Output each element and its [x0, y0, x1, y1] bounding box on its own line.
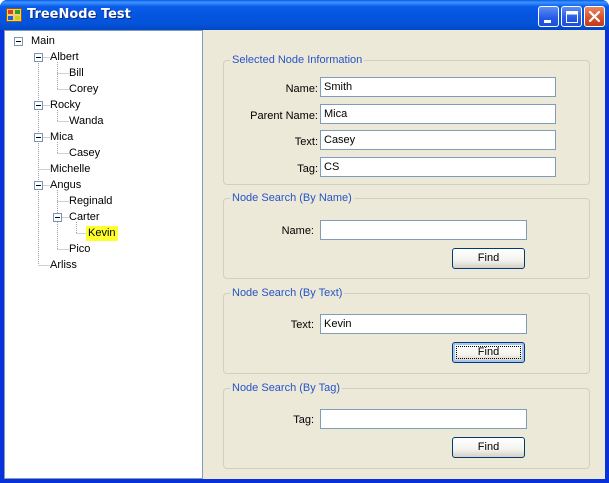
- title-bar[interactable]: TreeNode Test: [0, 0, 609, 30]
- selected-name-field[interactable]: [320, 77, 556, 97]
- selected-parent-name-field[interactable]: [320, 104, 556, 124]
- close-icon: [588, 10, 601, 23]
- search-text-label: Text:: [290, 319, 314, 331]
- tree-node-main[interactable]: Main: [29, 34, 57, 49]
- parent-name-label: Parent Name:: [250, 110, 318, 122]
- tree-node-reginald[interactable]: Reginald: [67, 194, 114, 209]
- expander-angus-icon[interactable]: [34, 181, 43, 190]
- group-title-search-tag: Node Search (By Tag): [230, 381, 343, 395]
- expander-albert-icon[interactable]: [34, 53, 43, 62]
- expander-mica-icon[interactable]: [34, 133, 43, 142]
- app-window: TreeNode Test Main Albert Bill Corey Roc…: [0, 0, 609, 483]
- tree-view[interactable]: Main Albert Bill Corey Rocky Wanda Mica …: [4, 30, 203, 479]
- client-area: Main Albert Bill Corey Rocky Wanda Mica …: [4, 30, 605, 479]
- search-name-label: Name:: [281, 225, 314, 237]
- find-by-text-button[interactable]: Find: [452, 342, 525, 363]
- tree-node-corey[interactable]: Corey: [67, 82, 100, 97]
- group-title-selected-info: Selected Node Information: [230, 53, 365, 67]
- selected-node-info-group: Selected Node Information Name: Parent N…: [223, 53, 590, 185]
- minimize-button[interactable]: [538, 6, 559, 27]
- maximize-icon: [566, 11, 578, 23]
- search-name-input[interactable]: [320, 220, 527, 240]
- search-tag-input[interactable]: [320, 409, 527, 429]
- expander-main-icon[interactable]: [14, 37, 23, 46]
- app-window-icon: [6, 8, 22, 22]
- selected-tag-field[interactable]: [320, 157, 556, 177]
- tree-node-carter[interactable]: Carter: [67, 210, 102, 225]
- maximize-button[interactable]: [561, 6, 582, 27]
- tree-node-bill[interactable]: Bill: [67, 66, 86, 81]
- tree-node-michelle[interactable]: Michelle: [48, 162, 92, 177]
- search-text-input[interactable]: [320, 314, 527, 334]
- tree-node-arliss[interactable]: Arliss: [48, 258, 79, 273]
- selected-text-field[interactable]: [320, 130, 556, 150]
- tree-node-rocky[interactable]: Rocky: [48, 98, 83, 113]
- tree-node-mica[interactable]: Mica: [48, 130, 75, 145]
- search-by-name-group: Node Search (By Name) Name: Find: [223, 191, 590, 279]
- tree-node-albert[interactable]: Albert: [48, 50, 81, 65]
- window-title: TreeNode Test: [27, 7, 131, 22]
- tree-connector-lines: [38, 53, 88, 266]
- search-tag-label: Tag:: [293, 414, 314, 426]
- search-by-tag-group: Node Search (By Tag) Tag: Find: [223, 381, 590, 469]
- minimize-icon: [544, 20, 551, 23]
- tree-node-pico[interactable]: Pico: [67, 242, 92, 257]
- tree-node-angus[interactable]: Angus: [48, 178, 83, 193]
- tree-node-kevin[interactable]: Kevin: [86, 226, 118, 241]
- find-by-tag-button[interactable]: Find: [452, 437, 525, 458]
- tree-node-wanda[interactable]: Wanda: [67, 114, 105, 129]
- expander-rocky-icon[interactable]: [34, 101, 43, 110]
- right-panel: Selected Node Information Name: Parent N…: [204, 30, 605, 479]
- close-button[interactable]: [584, 6, 605, 27]
- tree-node-casey[interactable]: Casey: [67, 146, 102, 161]
- tag-label: Tag:: [297, 163, 318, 175]
- text-label: Text:: [294, 136, 318, 148]
- search-by-text-group: Node Search (By Text) Text: Find: [223, 286, 590, 374]
- expander-carter-icon[interactable]: [53, 213, 62, 222]
- name-label: Name:: [285, 83, 318, 95]
- find-by-name-button[interactable]: Find: [452, 248, 525, 269]
- group-title-search-text: Node Search (By Text): [230, 286, 345, 300]
- group-title-search-name: Node Search (By Name): [230, 191, 354, 205]
